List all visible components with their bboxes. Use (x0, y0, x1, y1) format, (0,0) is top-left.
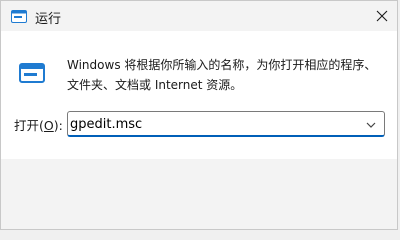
run-dialog: 运行 Windows 将根据你所输入的名称，为你打开相应的程序、文件夹、文档或 … (0, 0, 398, 230)
open-label-suffix: ): (53, 118, 63, 133)
chevron-down-icon[interactable] (364, 117, 378, 131)
open-label-prefix: 打开( (14, 118, 44, 133)
dialog-body: Windows 将根据你所输入的名称，为你打开相应的程序、文件夹、文档或 Int… (1, 31, 397, 159)
dialog-footer (1, 159, 397, 229)
close-button[interactable] (369, 3, 395, 29)
title-bar[interactable]: 运行 (1, 1, 397, 31)
open-label: 打开(O): (14, 115, 63, 134)
run-icon (19, 63, 45, 85)
description-text: Windows 将根据你所输入的名称，为你打开相应的程序、文件夹、文档或 Int… (67, 58, 377, 92)
command-combobox[interactable] (67, 111, 385, 137)
open-label-accelerator: O (43, 118, 54, 133)
close-icon (376, 10, 388, 22)
run-app-icon (11, 9, 27, 23)
command-input[interactable] (70, 114, 352, 134)
window-title: 运行 (35, 12, 62, 27)
